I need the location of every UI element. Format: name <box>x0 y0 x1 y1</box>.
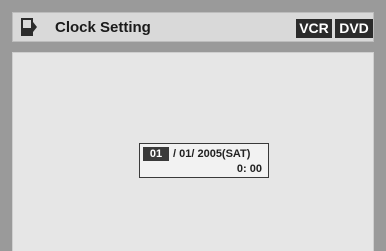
title-bar: Clock Setting VCR DVD <box>12 12 374 42</box>
time-field[interactable]: 0: 00 <box>237 162 262 176</box>
vcr-badge: VCR <box>296 19 332 38</box>
page-title: Clock Setting <box>55 19 151 36</box>
date-row: 01 / 01/ 2005(SAT) <box>143 147 250 161</box>
dvd-badge: DVD <box>335 19 373 38</box>
clock-setting-box: 01 / 01/ 2005(SAT) 0: 00 <box>139 143 269 178</box>
screen-frame: Clock Setting VCR DVD 01 / 01/ 2005(SAT) … <box>0 0 386 251</box>
date-rest: / 01/ 2005(SAT) <box>173 148 251 160</box>
clock-icon <box>21 18 37 36</box>
month-field[interactable]: 01 <box>143 147 169 161</box>
